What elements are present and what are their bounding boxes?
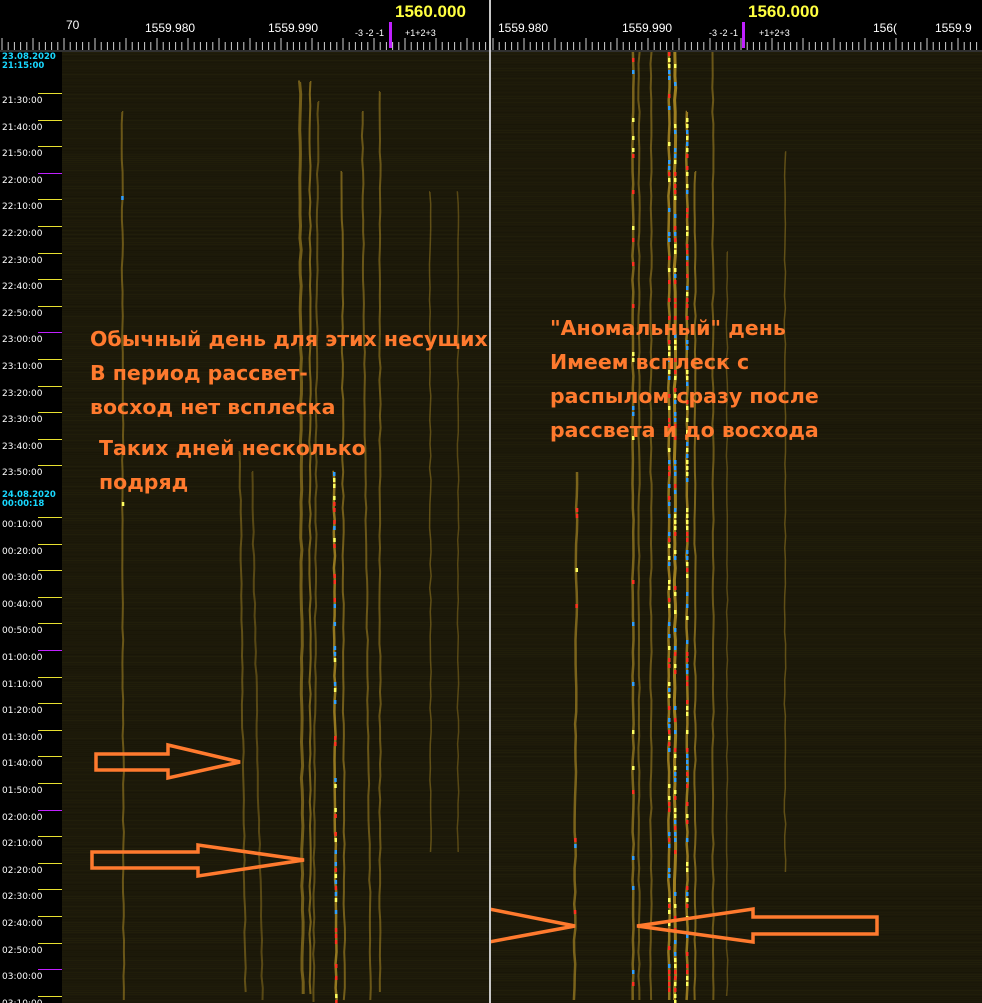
arrow-annotations-right: [491, 906, 879, 945]
arrow-right-icon: [491, 907, 576, 944]
arrow-annotations-left: [90, 742, 305, 879]
arrow-right-icon: [94, 742, 241, 781]
waterfall-panel-left: 70 1559.980 1559.990 1560.000 -3 -2 -1 +…: [0, 0, 489, 1003]
arrow-left-icon: [636, 906, 879, 945]
arrow-right-icon: [90, 842, 305, 879]
waterfall-panel-right: 1559.980 1559.990 156( 1559.9 1560.000 -…: [491, 0, 982, 1003]
